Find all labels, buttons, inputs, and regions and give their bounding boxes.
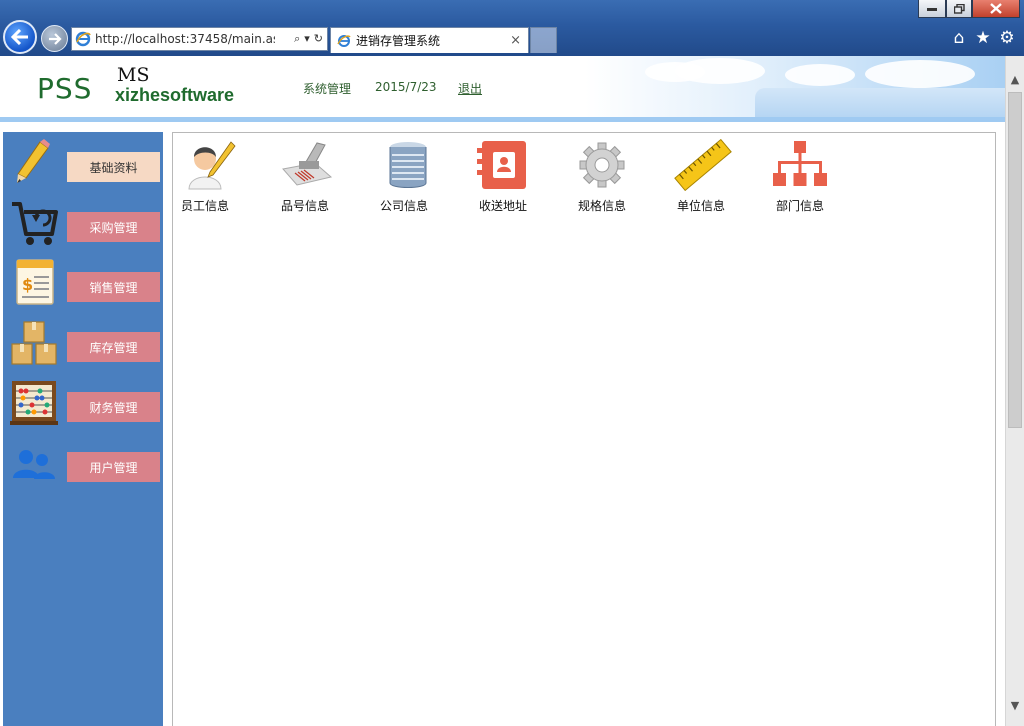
ruler-icon <box>674 139 732 191</box>
org-chart-icon <box>773 141 827 186</box>
address-bar[interactable]: http://localhost:37458/main.as ⌕ ▾ ↻ <box>71 27 328 51</box>
sidebar-item-finance[interactable]: 财务管理 <box>3 381 163 430</box>
favorites-star-icon[interactable]: ★ <box>973 28 993 48</box>
back-arrow-icon <box>11 29 28 45</box>
tile-label: 员工信息 <box>181 199 230 213</box>
minimize-icon <box>927 7 937 11</box>
cloud-decoration <box>865 60 975 88</box>
search-icon[interactable]: ⌕ <box>294 32 300 46</box>
header: PSS MS xizhesoftware 系统管理 2015/7/23 退出 <box>0 56 1005 118</box>
close-icon <box>990 3 1002 14</box>
refresh-icon[interactable]: ↻ <box>314 32 323 46</box>
tile-item-number-info[interactable]: 品号信息 <box>273 139 343 219</box>
sidebar-item-purchasing[interactable]: 采购管理 <box>3 202 163 250</box>
tile-delivery-address[interactable]: 收送地址 <box>471 139 541 219</box>
tile-label: 品号信息 <box>281 199 330 213</box>
boxes-icon <box>11 321 57 365</box>
sidebar-button-users[interactable]: 用户管理 <box>67 452 160 482</box>
system-menu-link[interactable]: 系统管理 <box>303 80 351 97</box>
browser-chrome: http://localhost:37458/main.as ⌕ ▾ ↻ 进销存… <box>0 0 1024 56</box>
sidebar: 基础资料 采购管理 $ 销售管理 库存管理 财务管理 用户管理 <box>3 132 163 726</box>
ie-tab-icon <box>337 34 351 47</box>
tile-label: 部门信息 <box>776 199 825 213</box>
vertical-scrollbar[interactable]: ▲ ▼ <box>1005 56 1024 726</box>
tile-company-info[interactable]: 公司信息 <box>372 139 442 219</box>
scroll-down-icon[interactable]: ▼ <box>1006 696 1024 714</box>
scroll-up-icon[interactable]: ▲ <box>1006 70 1024 88</box>
address-book-icon <box>477 141 526 189</box>
office-building-icon <box>389 142 427 188</box>
tab-active[interactable]: 进销存管理系统 × <box>330 27 529 53</box>
forward-button[interactable] <box>41 25 68 52</box>
sidebar-button-basic-data[interactable]: 基础资料 <box>67 152 160 182</box>
page: PSS MS xizhesoftware 系统管理 2015/7/23 退出 基… <box>0 56 1005 726</box>
sidebar-button-purchasing[interactable]: 采购管理 <box>67 212 160 242</box>
restore-button[interactable] <box>946 0 972 18</box>
scrollbar-thumb[interactable] <box>1008 92 1022 428</box>
sidebar-button-finance[interactable]: 财务管理 <box>67 392 160 422</box>
sidebar-button-sales[interactable]: 销售管理 <box>67 272 160 302</box>
dropdown-icon[interactable]: ▾ <box>304 32 310 46</box>
header-divider <box>0 117 1005 122</box>
home-icon[interactable]: ⌂ <box>949 28 969 48</box>
tab-title: 进销存管理系统 <box>356 34 441 48</box>
current-date: 2015/7/23 <box>375 80 437 94</box>
close-window-button[interactable] <box>972 0 1020 18</box>
sidebar-item-users[interactable]: 用户管理 <box>3 446 163 490</box>
minimize-button[interactable] <box>918 0 946 18</box>
logo-pss: PSS <box>37 72 93 105</box>
logout-link[interactable]: 退出 <box>458 80 482 97</box>
tile-label: 公司信息 <box>380 199 429 213</box>
gear-icon <box>579 142 625 188</box>
invoice-dollar-icon: $ <box>16 259 54 305</box>
address-url: http://localhost:37458/main.as <box>95 32 275 46</box>
tile-label: 单位信息 <box>677 199 726 213</box>
tile-label: 收送地址 <box>479 199 528 213</box>
abacus-icon <box>10 381 58 425</box>
logo-brand: xizhesoftware <box>115 85 235 105</box>
sidebar-item-sales[interactable]: $ 销售管理 <box>3 259 163 310</box>
new-tab-button[interactable] <box>530 27 557 53</box>
ie-page-icon <box>75 31 91 47</box>
settings-gear-icon[interactable]: ⚙ <box>997 28 1017 48</box>
content-panel: 员工信息 品号信息 公司信息 收送地址 规格信息 单位信息 部门信息 <box>172 132 996 726</box>
tile-label: 规格信息 <box>578 199 627 213</box>
sidebar-button-inventory[interactable]: 库存管理 <box>67 332 160 362</box>
forward-arrow-icon <box>48 32 62 45</box>
barcode-scanner-icon <box>282 142 333 186</box>
users-icon <box>13 450 55 479</box>
sidebar-item-inventory[interactable]: 库存管理 <box>3 321 163 370</box>
restore-icon <box>953 3 965 14</box>
back-button[interactable] <box>3 20 37 54</box>
tile-spec-info[interactable]: 规格信息 <box>570 139 640 219</box>
cloud-decoration <box>675 58 765 84</box>
sidebar-item-basic-data[interactable]: 基础资料 <box>3 139 163 190</box>
employee-icon <box>188 141 236 190</box>
cloud-decoration <box>785 64 855 86</box>
svg-text:$: $ <box>22 275 33 294</box>
shopping-cart-icon <box>12 202 58 245</box>
tile-unit-info[interactable]: 单位信息 <box>669 139 739 219</box>
logo-ms: MS <box>117 64 150 86</box>
header-decoration <box>755 88 1005 118</box>
pencil-icon <box>17 139 50 183</box>
tile-employee-info[interactable]: 员工信息 <box>173 139 243 219</box>
tile-department-info[interactable]: 部门信息 <box>768 139 838 219</box>
tab-close-icon[interactable]: × <box>510 33 521 48</box>
